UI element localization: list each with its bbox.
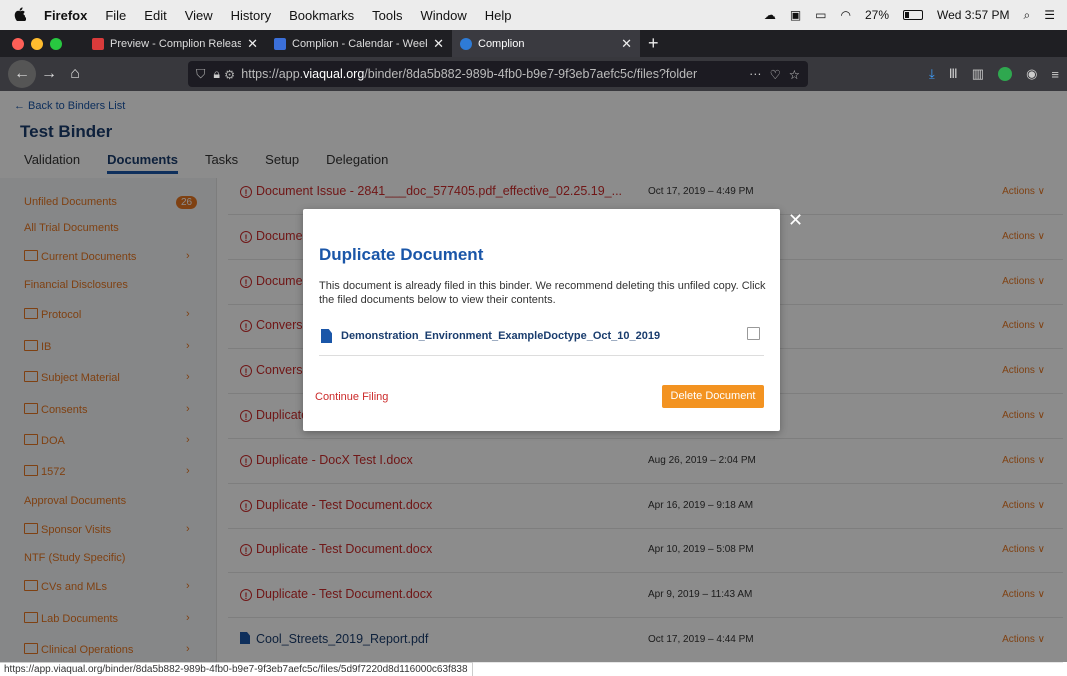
dialog-message: This document is already filed in this b… xyxy=(319,280,766,306)
menu-firefox[interactable]: Firefox xyxy=(44,8,87,23)
link-status-bar: https://app.viaqual.org/binder/8da5b882-… xyxy=(0,662,473,676)
duplicate-document-dialog: Duplicate Document This document is alre… xyxy=(303,209,780,431)
battery-icon[interactable] xyxy=(903,10,924,20)
tab-title: Complion xyxy=(478,37,525,50)
url-prefix: https://app. xyxy=(241,67,304,81)
spotlight-search-icon[interactable]: ⌕ xyxy=(1024,8,1031,23)
back-arrow-icon[interactable]: ← xyxy=(8,60,36,88)
extension-badge-icon[interactable] xyxy=(998,67,1013,81)
lock-icon[interactable]: 🔒︎ xyxy=(213,67,220,82)
minimize-window-icon[interactable] xyxy=(31,37,43,50)
menu-help[interactable]: Help xyxy=(485,8,512,23)
browser-tab-strip: Preview - Complion Release No ✕ Complion… xyxy=(0,30,1067,57)
sidebar-toggle-icon[interactable]: ▥ xyxy=(972,66,984,82)
filed-document-name[interactable]: Demonstration_Environment_ExampleDoctype… xyxy=(341,330,660,342)
tab-title: Complion - Calendar - Week of xyxy=(292,37,427,50)
url-text[interactable]: https://app.viaqual.org/binder/8da5b882-… xyxy=(241,67,741,81)
dialog-title: Duplicate Document xyxy=(319,245,484,264)
menu-tools[interactable]: Tools xyxy=(372,8,402,23)
download-icon[interactable]: ⤓ xyxy=(929,66,935,82)
document-icon xyxy=(321,329,332,343)
permissions-icon[interactable]: ⚙ xyxy=(224,67,235,82)
continue-filing-button[interactable]: Continue Filing xyxy=(315,391,388,403)
open-external-icon[interactable] xyxy=(747,327,760,340)
cloud-icon[interactable]: ☁ xyxy=(764,8,776,22)
browser-navbar: ← → ⌂ ⛉ 🔒︎ ⚙ https://app.viaqual.org/bin… xyxy=(0,57,1067,91)
mail-favicon-icon xyxy=(92,37,104,50)
menu-bookmarks[interactable]: Bookmarks xyxy=(289,8,354,23)
bookmark-star-icon[interactable]: ☆ xyxy=(789,67,800,82)
modal-close-icon[interactable]: ✕ xyxy=(788,210,803,231)
forward-arrow-icon[interactable]: → xyxy=(36,65,62,83)
apple-menu-icon[interactable] xyxy=(14,6,27,24)
menu-view[interactable]: View xyxy=(185,8,213,23)
new-tab-button[interactable]: + xyxy=(648,33,659,54)
complion-favicon-icon xyxy=(460,37,472,50)
pocket-icon[interactable]: ♡ xyxy=(770,67,781,82)
url-path: /binder/8da5b882-989b-4fb0-b9e7-9f3eb7ae… xyxy=(364,67,698,81)
wifi-icon[interactable]: ◠ xyxy=(841,8,851,22)
delete-document-button[interactable]: Delete Document xyxy=(662,385,764,408)
tab-preview-release-notes[interactable]: Preview - Complion Release No ✕ xyxy=(84,30,266,57)
clock[interactable]: Wed 3:57 PM xyxy=(937,8,1009,22)
battery-percent: 27% xyxy=(864,8,890,22)
menubar-status-area: ☁ ▣ ▭ ◠ 27% Wed 3:57 PM ⌕ ☰ xyxy=(764,0,1055,30)
airplay-icon[interactable]: ▭ xyxy=(815,8,826,22)
shield-icon[interactable]: ▣ xyxy=(790,8,801,22)
tab-title: Preview - Complion Release No xyxy=(110,37,242,50)
close-tab-icon[interactable]: ✕ xyxy=(621,36,632,52)
menu-edit[interactable]: Edit xyxy=(144,8,166,23)
hamburger-menu-icon[interactable]: ≡ xyxy=(1051,67,1059,82)
close-tab-icon[interactable]: ✕ xyxy=(433,36,444,52)
zoom-window-icon[interactable] xyxy=(50,37,62,50)
tab-complion[interactable]: Complion ✕ xyxy=(452,30,640,57)
home-icon[interactable]: ⌂ xyxy=(62,65,88,83)
library-icon[interactable]: Ⅲ xyxy=(949,66,958,82)
toolbar-right: ⤓ Ⅲ ▥ ◉ ≡ xyxy=(929,57,1059,91)
address-bar[interactable]: ⛉ 🔒︎ ⚙ https://app.viaqual.org/binder/8d… xyxy=(188,61,808,87)
page-actions-menu-icon[interactable]: ··· xyxy=(749,67,762,81)
menu-history[interactable]: History xyxy=(231,8,271,23)
filed-document-link[interactable]: Demonstration_Environment_ExampleDoctype… xyxy=(319,327,764,356)
tab-calendar[interactable]: Complion - Calendar - Week of ✕ xyxy=(266,30,452,57)
menu-file[interactable]: File xyxy=(105,8,126,23)
mac-menubar: Firefox File Edit View History Bookmarks… xyxy=(0,0,1067,31)
notification-center-icon[interactable]: ☰ xyxy=(1044,8,1055,22)
close-window-icon[interactable] xyxy=(12,37,24,50)
window-controls xyxy=(12,37,62,50)
calendar-favicon-icon xyxy=(274,37,286,50)
account-icon[interactable]: ◉ xyxy=(1026,66,1037,82)
close-tab-icon[interactable]: ✕ xyxy=(247,36,258,52)
url-domain: viaqual.org xyxy=(303,67,365,81)
tracking-shield-icon[interactable]: ⛉ xyxy=(196,67,205,82)
menu-window[interactable]: Window xyxy=(421,8,467,23)
